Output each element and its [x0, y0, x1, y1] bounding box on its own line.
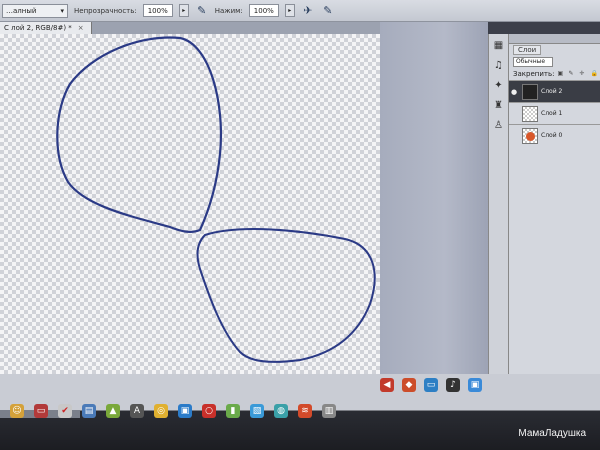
canvas[interactable] — [0, 34, 380, 410]
tray-icons: ◀ ◆ ▭ ♪ ▣ — [380, 378, 482, 392]
watermark: МамаЛадушка — [518, 428, 586, 439]
app-screen-icon[interactable]: ▣ — [178, 404, 192, 418]
app-window-icon[interactable]: ▭ — [34, 404, 48, 418]
lock-position-icon[interactable]: ✛ — [579, 70, 587, 78]
opacity-input[interactable]: 100% — [142, 4, 173, 17]
layer-row[interactable]: ● Слой 2 — [509, 80, 600, 102]
blend-mode-dropdown[interactable]: Обычные — [513, 57, 553, 67]
layer-name: Слой 1 — [541, 110, 563, 117]
app-battery-icon[interactable]: ▮ — [226, 404, 240, 418]
flow-label: Нажим: — [214, 6, 243, 15]
opacity-dropdown-arrow[interactable]: ▸ — [178, 4, 189, 17]
lower-loop-stroke — [196, 228, 376, 363]
airbrush-icon[interactable]: ✈ — [301, 4, 315, 18]
tray-arrow-icon[interactable]: ◀ — [380, 378, 394, 392]
pressure-icon[interactable]: ✎ — [321, 4, 335, 18]
app-graphics-icon[interactable]: ▲ — [106, 404, 120, 418]
app-rss-icon[interactable]: ≋ — [298, 404, 312, 418]
lock-label: Закрепить: — [513, 70, 555, 78]
drawing-layer — [56, 36, 376, 363]
document-tab[interactable]: С лой 2, RGB/8#) * × — [0, 22, 92, 34]
lock-transparency-icon[interactable]: ▣ — [557, 70, 565, 78]
layer-row[interactable]: Слой 1 — [509, 102, 600, 124]
upper-loop-stroke — [56, 36, 222, 233]
app-check-icon[interactable]: ✔ — [58, 404, 72, 418]
document-tab-bar: С лой 2, RGB/8#) * × — [0, 22, 380, 34]
brushes-icon[interactable]: ✦ — [492, 78, 506, 92]
document-tab-title: С лой 2, RGB/8#) * — [4, 24, 72, 32]
layer-name: Слой 0 — [541, 132, 563, 139]
panel-dock-strip: ▦ ♫ ✦ ♜ ♙ — [488, 34, 508, 374]
app-folder-icon[interactable]: ▤ — [82, 404, 96, 418]
app-opera-icon[interactable]: ○ — [202, 404, 216, 418]
tray-shield-icon[interactable]: ◆ — [402, 378, 416, 392]
layer-name: Слой 2 — [541, 88, 563, 95]
history-icon[interactable]: ▦ — [492, 38, 506, 52]
layer-row[interactable]: Слой 0 — [509, 124, 600, 146]
stamp-icon[interactable]: ♙ — [492, 118, 506, 132]
app-font-icon[interactable]: A — [130, 404, 144, 418]
lock-pixels-icon[interactable]: ✎ — [568, 70, 576, 78]
layer-thumbnail — [522, 127, 538, 144]
flow-dropdown-arrow[interactable]: ▸ — [284, 4, 295, 17]
tab-layers[interactable]: Слои — [513, 45, 542, 55]
opacity-label: Непрозрачность: — [74, 6, 137, 15]
lock-all-icon[interactable]: 🔒 — [590, 70, 598, 78]
tool-preset-value: …алный — [6, 6, 37, 15]
blend-mode-row: Обычные — [509, 56, 600, 68]
app-smiley-icon[interactable]: ☺ — [10, 404, 24, 418]
app-picture-icon[interactable]: ▧ — [250, 404, 264, 418]
layer-thumbnail — [522, 83, 538, 100]
app-printer-icon[interactable]: ▥ — [322, 404, 336, 418]
lock-row: Закрепить: ▣ ✎ ✛ 🔒 — [509, 68, 600, 80]
quick-launch: ☺ ▭ ✔ ▤ ▲ A ◎ ▣ ○ ▮ ▧ ◍ ≋ ▥ — [10, 404, 336, 418]
actions-icon[interactable]: ♫ — [492, 58, 506, 72]
workspace-area — [380, 22, 488, 410]
app-globe-icon[interactable]: ◍ — [274, 404, 288, 418]
close-icon[interactable]: × — [78, 24, 84, 32]
layers-panel-tabs: Слои — [509, 44, 600, 56]
tool-preset-dropdown[interactable]: …алный ▾ — [2, 3, 68, 18]
app-chrome-icon[interactable]: ◎ — [154, 404, 168, 418]
layer-thumbnail-image — [526, 131, 535, 141]
tray-display-icon[interactable]: ▣ — [468, 378, 482, 392]
visibility-eye-icon[interactable]: ● — [511, 88, 519, 96]
layers-panel: Слои Обычные Закрепить: ▣ ✎ ✛ 🔒 ● Слой 2… — [508, 34, 600, 374]
chevron-down-icon: ▾ — [60, 6, 64, 15]
layers-panel-titlebar — [509, 34, 600, 44]
layer-thumbnail — [522, 105, 538, 122]
clone-source-icon[interactable]: ♜ — [492, 98, 506, 112]
tray-music-icon[interactable]: ♪ — [446, 378, 460, 392]
airbrush-toggle-icon[interactable]: ✎ — [195, 4, 209, 18]
flow-input[interactable]: 100% — [248, 4, 279, 17]
options-bar: …алный ▾ Непрозрачность: 100% ▸ ✎ Нажим:… — [0, 0, 600, 22]
tray-monitor-icon[interactable]: ▭ — [424, 378, 438, 392]
